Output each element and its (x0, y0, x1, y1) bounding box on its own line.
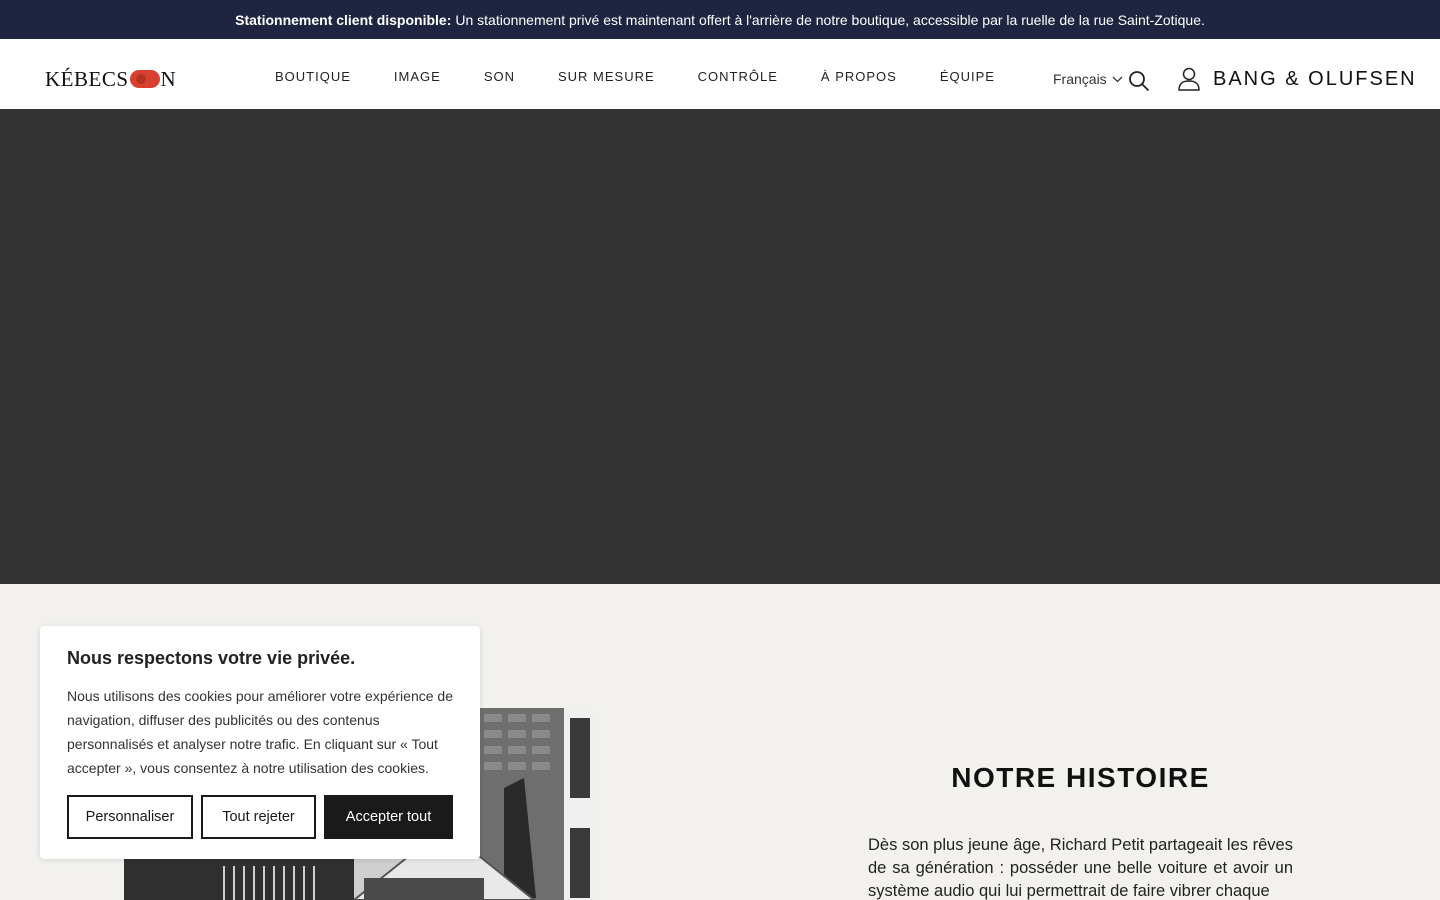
logo-text-right: N (160, 66, 177, 91)
search-icon[interactable] (1128, 70, 1150, 92)
story-body: Dès son plus jeune âge, Richard Petit pa… (868, 836, 1293, 900)
accept-all-button[interactable]: Accepter tout (324, 795, 453, 839)
nav-equipe[interactable]: ÉQUIPE (940, 69, 995, 84)
kebecson-logo[interactable]: KÉBEC S N (45, 67, 176, 91)
announcement-bar: Stationnement client disponible: Un stat… (0, 0, 1440, 39)
bang-olufsen-logo[interactable]: BANG & OLUFSEN (1213, 68, 1417, 91)
cookie-text: Nous utilisons des cookies pour améliore… (67, 688, 453, 776)
announcement-bold: Stationnement client disponible: (235, 11, 452, 28)
reject-all-button[interactable]: Tout rejeter (201, 795, 316, 839)
cookie-title: Nous respectons votre vie privée. (67, 648, 356, 668)
nav-sur-mesure[interactable]: SUR MESURE (558, 69, 655, 84)
nav-controle[interactable]: CONTRÔLE (698, 69, 778, 84)
nav-a-propos[interactable]: À PROPOS (821, 69, 897, 84)
nav-image[interactable]: IMAGE (394, 69, 441, 84)
user-account-icon[interactable] (1178, 67, 1200, 91)
main-nav: BOUTIQUE IMAGE SON SUR MESURE CONTRÔLE À… (275, 69, 1038, 84)
logo-text-left: KÉBEC (45, 66, 117, 91)
customize-button[interactable]: Personnaliser (67, 795, 193, 839)
hero-banner (0, 109, 1440, 584)
logo-text-s: S (116, 66, 129, 91)
nav-boutique[interactable]: BOUTIQUE (275, 69, 351, 84)
language-selector[interactable]: Français (1053, 71, 1123, 87)
language-label: Français (1053, 71, 1107, 87)
logo-o-mark-icon (129, 70, 160, 88)
cookie-consent-banner: Nous respectons votre vie privée. Nous u… (40, 626, 480, 859)
story-title: NOTRE HISTOIRE (951, 762, 1210, 793)
nav-son[interactable]: SON (484, 69, 515, 84)
announcement-text: Un stationnement privé est maintenant of… (455, 11, 1205, 28)
chevron-down-icon (1112, 76, 1123, 82)
site-header: KÉBEC S N BOUTIQUE IMAGE SON SUR MESURE CO… (0, 39, 1440, 109)
cookie-buttons: Personnaliser Tout rejeter Accepter tout (67, 795, 461, 839)
